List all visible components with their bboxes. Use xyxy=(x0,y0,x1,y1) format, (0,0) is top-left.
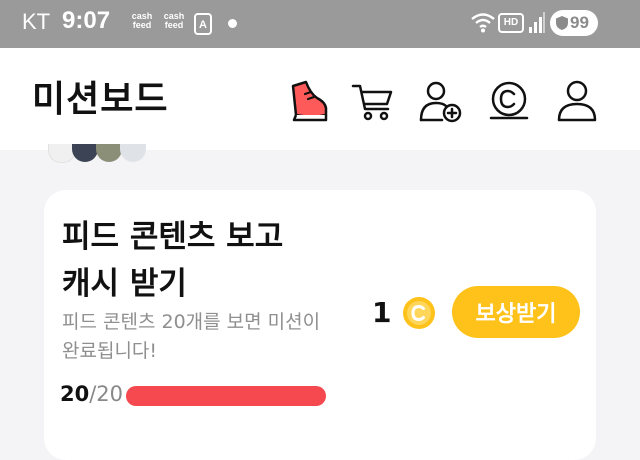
claim-reward-button[interactable]: 보상받기 xyxy=(452,286,580,338)
progress-current: 20 xyxy=(60,382,90,406)
page-title: 미션보드 xyxy=(32,79,169,120)
profile-icon[interactable] xyxy=(554,78,600,124)
notification-dot xyxy=(228,19,237,28)
cashfeed-icon: cash feed xyxy=(128,12,156,34)
cashfeed-icon-line2: feed xyxy=(164,20,184,30)
progress-count: 20/20 xyxy=(60,382,123,406)
battery-level: 99 xyxy=(570,13,589,32)
status-bar: KT 9:07 cash feed cash feed A HD 99 xyxy=(0,0,640,48)
mission-description: 피드 콘텐츠 20개를 보면 미션이 완료됩니다! xyxy=(62,308,362,366)
shoe-icon[interactable] xyxy=(284,78,330,124)
hd-voice-icon: HD xyxy=(498,13,524,33)
svg-text:A: A xyxy=(199,19,207,31)
battery-shield-icon xyxy=(555,15,569,35)
progress-total: /20 xyxy=(89,382,124,406)
carrier-label: KT xyxy=(22,9,51,34)
add-friend-icon[interactable] xyxy=(418,78,464,124)
progress-bar xyxy=(126,386,326,406)
battery-indicator: 99 xyxy=(550,10,598,36)
cashfeed-icon-line2: feed xyxy=(132,20,152,30)
shopping-cart-icon[interactable] xyxy=(350,78,396,124)
mission-title-line2: 캐시 받기 xyxy=(62,266,187,302)
app-header: 미션보드 xyxy=(0,48,640,150)
reward-amount: 1 xyxy=(372,296,392,329)
coin-icon xyxy=(402,296,436,330)
mission-card: 피드 콘텐츠 보고 캐시 받기 피드 콘텐츠 20개를 보면 미션이 완료됩니다… xyxy=(44,190,596,460)
cashfeed-icon: cash feed xyxy=(160,12,188,34)
mission-description-line2: 완료됩니다! xyxy=(62,340,158,362)
progress-bar-fill xyxy=(126,386,326,406)
friend-avatars-strip xyxy=(48,144,158,163)
signal-icon xyxy=(528,11,546,39)
status-time: 9:07 xyxy=(62,7,111,34)
avatar xyxy=(96,144,122,162)
mission-title-line1: 피드 콘텐츠 보고 xyxy=(62,219,284,255)
coin-history-icon[interactable] xyxy=(486,78,532,124)
mission-title: 피드 콘텐츠 보고 캐시 받기 xyxy=(62,214,362,308)
avatar xyxy=(120,144,146,162)
wifi-icon xyxy=(470,10,496,38)
app-notification-icon: A xyxy=(192,12,214,40)
mission-description-line1: 피드 콘텐츠 20개를 보면 미션이 xyxy=(62,311,321,333)
avatar xyxy=(72,144,98,162)
